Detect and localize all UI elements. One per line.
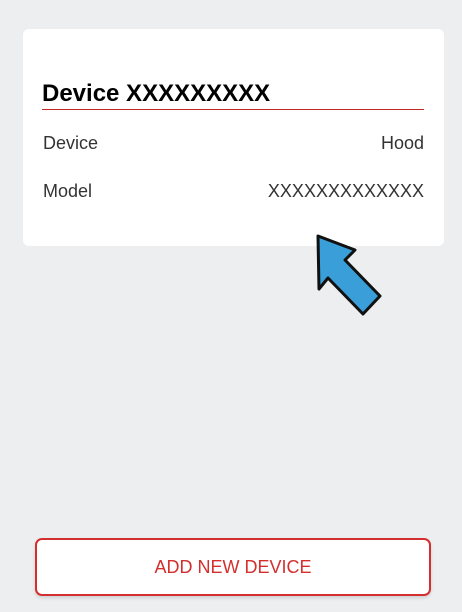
arrow-pointer-icon bbox=[316, 234, 382, 316]
device-value: Hood bbox=[380, 133, 424, 153]
device-title: Device XXXXXXXXX bbox=[42, 80, 271, 107]
device-label: Device bbox=[43, 133, 99, 153]
model-value: XXXXXXXXXXXXX bbox=[267, 181, 424, 201]
add-new-device-button[interactable]: ADD NEW DEVICE bbox=[35, 538, 431, 596]
model-label: Model bbox=[43, 181, 93, 201]
device-card: Device XXXXXXXXX Device Hood Model XXXXX… bbox=[23, 29, 444, 246]
title-underline bbox=[42, 109, 424, 110]
